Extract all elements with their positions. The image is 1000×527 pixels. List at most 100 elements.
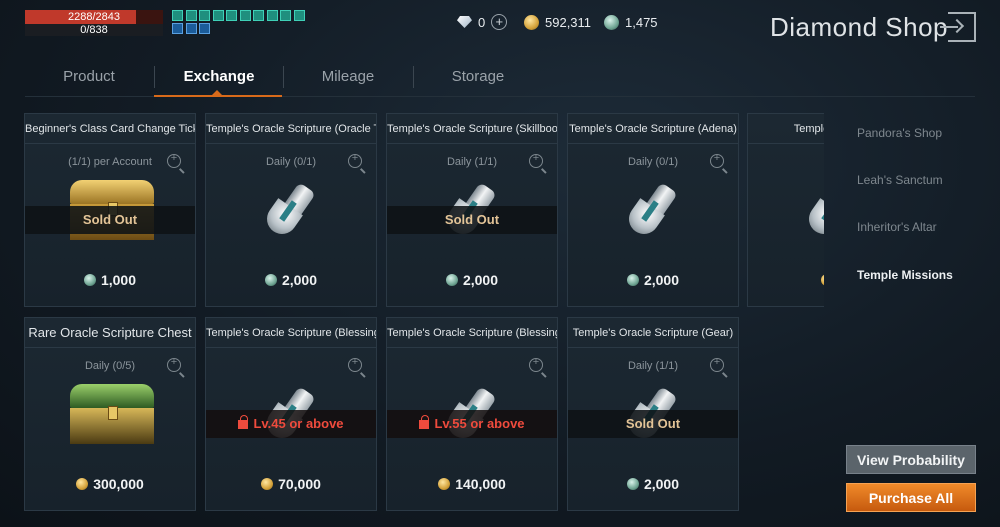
green-chest-icon	[70, 384, 154, 444]
sigil-currency: 1,475	[604, 13, 658, 31]
banner-text: Sold Out	[625, 416, 681, 431]
scroll-icon	[261, 178, 323, 240]
shop-item-card[interactable]: Rare Oracle Scripture ChestDaily (0/5)30…	[24, 317, 196, 511]
tab-mileage[interactable]: Mileage	[284, 58, 412, 96]
buff-icon	[293, 10, 305, 21]
banner-text: Lv.55 or above	[434, 416, 525, 431]
zoom-icon[interactable]	[167, 356, 181, 372]
buff-icon	[239, 10, 251, 21]
sigil-count: 1,475	[625, 14, 658, 30]
adena-coin-icon	[438, 478, 451, 490]
scroll-icon	[623, 178, 685, 240]
side-menu-leahs-sanctum[interactable]: Leah's Sanctum	[857, 173, 943, 187]
buff-icon	[172, 23, 183, 34]
diamond-currency: 0 +	[457, 13, 508, 31]
adena-coin-icon	[261, 478, 274, 490]
lock-icon	[419, 415, 430, 429]
view-probability-button[interactable]: View Probability	[846, 445, 976, 474]
item-name: Temple's Oracle Scripture (Adena)	[568, 114, 738, 144]
item-name: Temple's Oracle Scripture (Blessings)	[206, 318, 376, 348]
side-menu-pandoras-shop[interactable]: Pandora's Shop	[857, 126, 942, 140]
mp-text: 0/838	[80, 24, 108, 36]
banner-text: Lv.45 or above	[253, 416, 344, 431]
buff-icon	[280, 10, 291, 21]
shop-item-card[interactable]: Beginner's Class Card Change Ticket (1/1)…	[24, 113, 196, 307]
item-price: 70,000	[206, 476, 376, 492]
diamond-count: 0	[478, 14, 486, 30]
purchase-all-button[interactable]: Purchase All	[846, 483, 976, 512]
item-grid: Beginner's Class Card Change Ticket (1/1)…	[24, 113, 824, 513]
price-value: 2,000	[643, 272, 680, 288]
item-name: Temple's Oracle Scripture (Blessings)	[387, 318, 557, 348]
item-name: Rare Oracle Scripture Chest	[25, 318, 195, 348]
sigil-coin-icon	[626, 274, 639, 286]
shop-item-card[interactable]: Temple's Oracle Scripture (Oracle Token)…	[205, 113, 377, 307]
adena-count: 592,311	[545, 14, 592, 30]
side-menu-inheritors-altar[interactable]: Inheritor's Altar	[857, 220, 937, 234]
page-title: Diamond Shop	[770, 12, 948, 42]
item-price: 2,000	[568, 272, 738, 288]
item-name: Temple's Oracle Scripture (Gear)	[568, 318, 738, 348]
diamond-icon	[457, 16, 472, 28]
sigil-coin-icon	[83, 274, 96, 286]
adena-currency: 592,311	[524, 13, 591, 31]
sold-out-banner: Sold Out	[25, 206, 195, 234]
item-name: Temple's Oracle	[748, 114, 824, 144]
item-name: Temple's Oracle Scripture (Skillbook)	[387, 114, 557, 144]
sold-out-banner: Sold Out	[387, 206, 557, 234]
shop-item-card[interactable]: Temple's Oracle Scripture (Gear) Daily (1…	[567, 317, 739, 511]
buff-icon	[185, 23, 197, 34]
price-value: 70,000	[278, 476, 321, 492]
sigil-coin-icon	[264, 274, 277, 286]
price-value: 2,000	[643, 476, 680, 492]
item-price: 2,000	[206, 272, 376, 288]
item-price: 2,000	[568, 476, 738, 492]
buff-icon-row	[172, 10, 312, 36]
active-tab-underline	[154, 95, 282, 97]
zoom-icon[interactable]	[710, 152, 724, 168]
sigil-coin-icon	[604, 14, 619, 30]
side-menu-temple-missions[interactable]: Temple Missions	[857, 268, 953, 282]
hp-text: 2288/2843	[68, 11, 120, 23]
exit-icon[interactable]	[940, 12, 976, 42]
item-name: Temple's Oracle Scripture (Oracle Token)	[206, 114, 376, 144]
zoom-icon[interactable]	[710, 356, 724, 372]
buff-icon	[266, 10, 278, 21]
buff-icon	[226, 10, 237, 21]
shop-item-card[interactable]: Temple's Oracle Scripture (Adena) Daily (…	[567, 113, 739, 307]
shop-item-card[interactable]: Temple's Oracle Scripture (Blessings) Lv.…	[386, 317, 558, 511]
item-price: 7	[748, 272, 824, 288]
sigil-coin-icon	[445, 274, 458, 286]
shop-item-card[interactable]: Temple's Oracle Scripture (Skillbook) Dai…	[386, 113, 558, 307]
zoom-icon[interactable]	[348, 356, 362, 372]
price-value: 2,000	[462, 272, 499, 288]
price-value: 2,000	[281, 272, 318, 288]
buff-icon	[185, 10, 197, 21]
zoom-icon[interactable]	[529, 152, 543, 168]
banner-text: Sold Out	[444, 212, 500, 227]
item-price: 300,000	[25, 476, 195, 492]
adena-coin-icon	[820, 274, 824, 286]
mp-bar: 0/838	[25, 24, 163, 36]
lock-icon	[238, 415, 249, 429]
level-requirement-banner: Lv.45 or above	[206, 410, 376, 438]
buff-icon	[253, 10, 264, 21]
purchase-limit: Dai	[748, 156, 824, 168]
add-diamonds-button[interactable]: +	[491, 14, 508, 30]
hp-bar: 2288/2843	[25, 10, 163, 24]
zoom-icon[interactable]	[167, 152, 181, 168]
price-value: 140,000	[455, 476, 506, 492]
shop-item-card[interactable]: Temple's Oracle Scripture (Blessings) Lv.…	[205, 317, 377, 511]
active-tab-pointer	[212, 90, 222, 95]
shop-item-card[interactable]: Temple's Oracle Dai 7	[747, 113, 824, 307]
zoom-icon[interactable]	[529, 356, 543, 372]
item-price: 2,000	[387, 272, 557, 288]
tab-storage[interactable]: Storage	[414, 58, 542, 96]
buff-icon	[172, 10, 183, 21]
zoom-icon[interactable]	[348, 152, 362, 168]
adena-coin-icon	[524, 14, 539, 30]
price-value: 300,000	[93, 476, 144, 492]
tab-product[interactable]: Product	[25, 58, 153, 96]
buff-icon	[212, 10, 224, 21]
item-name: Beginner's Class Card Change Ticket	[25, 114, 195, 144]
